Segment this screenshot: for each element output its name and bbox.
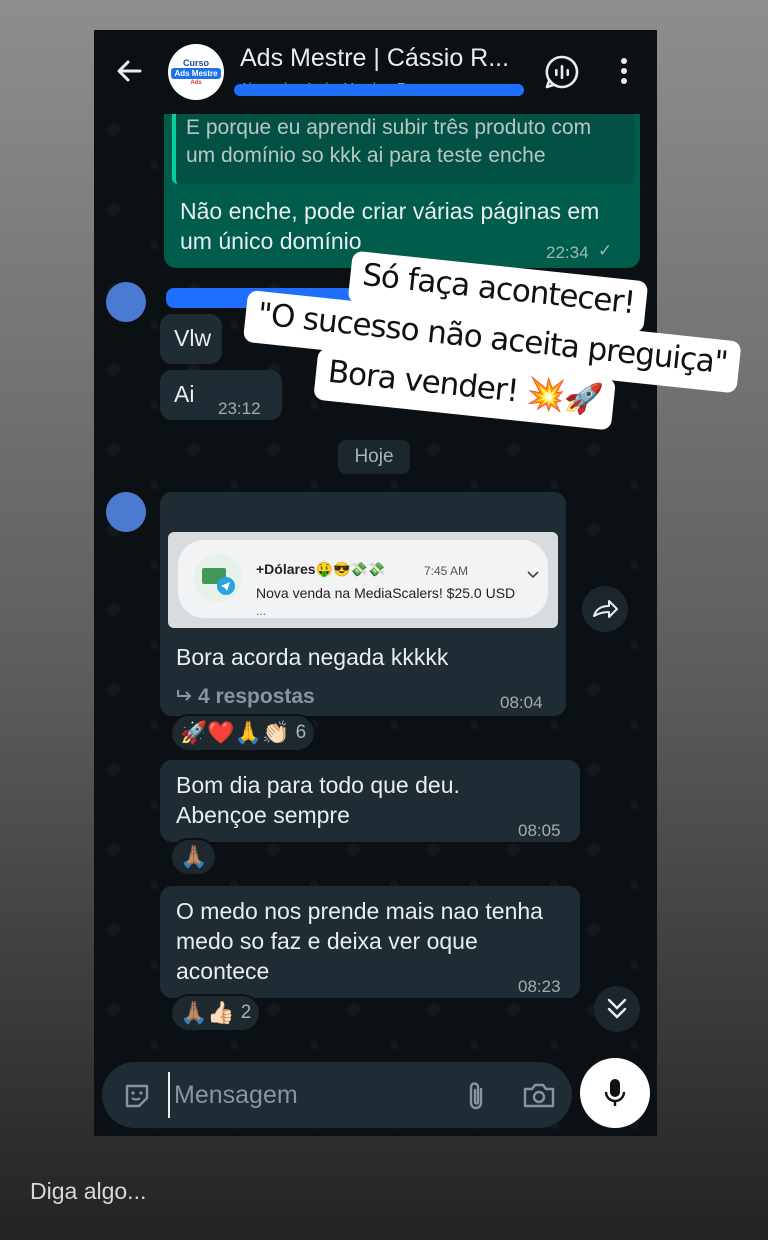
- sticker-icon[interactable]: [122, 1081, 152, 1111]
- sent-check-icon: ✓: [598, 241, 613, 260]
- message-text: Bora acorda negada kkkkk: [176, 644, 449, 670]
- incoming-message[interactable]: O medo nos prende mais nao tenha medo so…: [160, 886, 580, 998]
- message-text: Bom dia para todo que deu. Abençoe sempr…: [176, 772, 460, 828]
- replies-link[interactable]: 4 respostas: [198, 684, 315, 710]
- microphone-button[interactable]: [580, 1058, 650, 1128]
- quoted-message[interactable]: E porque eu aprendi subir três produto c…: [172, 114, 634, 184]
- redaction-scribble: [234, 84, 524, 96]
- sender-avatar[interactable]: [106, 492, 146, 532]
- message-composer: [102, 1062, 572, 1128]
- whatsapp-screenshot: Curso Ads Mestre Ads Ads Mestre | Cássio…: [94, 30, 657, 1136]
- chat-title[interactable]: Ads Mestre | Cássio R...: [240, 44, 540, 73]
- screenshot-image[interactable]: +Dólares🤑😎💸💸 7:45 AM Nova venda na Media…: [168, 532, 558, 628]
- telegram-money-icon: [194, 554, 242, 602]
- microphone-icon: [604, 1079, 626, 1106]
- incoming-message[interactable]: +Dólares🤑😎💸💸 7:45 AM Nova venda na Media…: [160, 492, 566, 716]
- story-reply-input[interactable]: Diga algo...: [30, 1178, 330, 1212]
- notification-card: +Dólares🤑😎💸💸 7:45 AM Nova venda na Media…: [178, 540, 548, 618]
- back-arrow-icon[interactable]: [114, 56, 144, 86]
- group-avatar[interactable]: Curso Ads Mestre Ads: [168, 44, 224, 100]
- camera-icon[interactable]: [522, 1080, 556, 1110]
- sender-avatar[interactable]: [106, 282, 146, 322]
- incoming-message[interactable]: Bom dia para todo que deu. Abençoe sempr…: [160, 760, 580, 842]
- reaction-emojis: 🚀❤️🙏👏🏻: [180, 720, 290, 745]
- reaction-pill[interactable]: 🚀❤️🙏👏🏻 6: [170, 714, 317, 752]
- double-chevron-down-icon: [607, 998, 627, 1019]
- chevron-down-icon: [527, 571, 539, 579]
- message-time: 08:05: [518, 821, 561, 840]
- message-text: Ai: [174, 381, 195, 407]
- message-time: 08:04: [500, 693, 543, 712]
- reaction-pill[interactable]: 🙏🏽👍🏻 2: [170, 994, 262, 1032]
- forward-button[interactable]: [582, 586, 628, 632]
- message-time: 22:34: [546, 243, 589, 262]
- paperclip-icon[interactable]: [464, 1080, 488, 1112]
- reaction-emojis: 🙏🏽👍🏻: [180, 1000, 235, 1025]
- reaction-count: 6: [295, 722, 307, 743]
- date-separator: Hoje: [338, 440, 410, 474]
- message-text: Vlw: [174, 325, 212, 351]
- reaction-pill[interactable]: 🙏🏽: [170, 838, 218, 876]
- scroll-to-bottom-button[interactable]: [594, 986, 640, 1032]
- message-input[interactable]: [168, 1072, 438, 1118]
- incoming-message[interactable]: Vlw: [160, 314, 222, 364]
- chat-header: Curso Ads Mestre Ads Ads Mestre | Cássio…: [94, 30, 657, 114]
- message-time: 08:23: [518, 977, 561, 996]
- message-text: O medo nos prende mais nao tenha medo so…: [176, 898, 543, 984]
- notification-body: Nova venda na MediaScalers! $25.0 USD: [256, 585, 516, 601]
- more-options-icon[interactable]: [612, 56, 636, 86]
- reaction-emojis: 🙏🏽: [180, 844, 208, 869]
- forward-icon: [593, 600, 618, 618]
- reaction-count: 2: [240, 1002, 252, 1023]
- reply-arrow-icon: [177, 690, 192, 701]
- voice-chat-icon[interactable]: [544, 54, 580, 90]
- outgoing-message[interactable]: E porque eu aprendi subir três produto c…: [164, 94, 640, 268]
- notification-ellipsis: ...: [256, 604, 267, 618]
